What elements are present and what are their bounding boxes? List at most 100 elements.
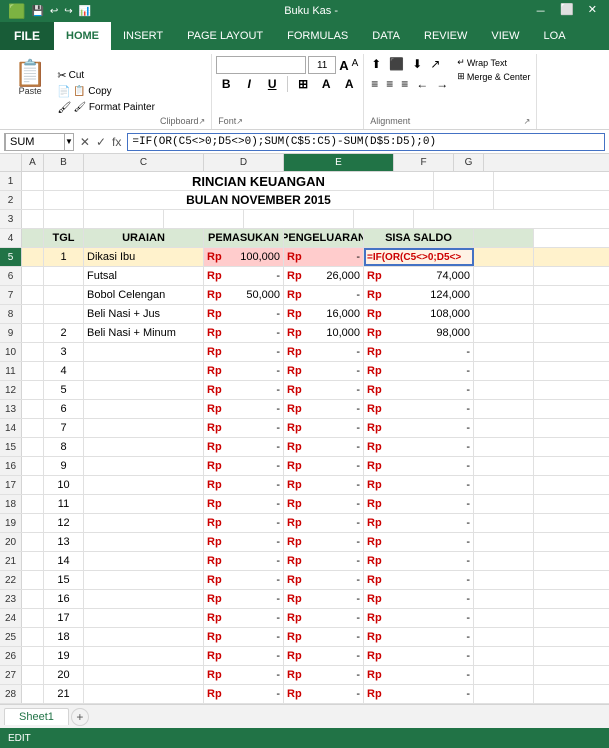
cell-C27[interactable] — [84, 666, 204, 684]
col-header-G[interactable]: G — [454, 154, 484, 171]
tab-pagelayout[interactable]: PAGE LAYOUT — [175, 22, 275, 50]
align-right-button[interactable]: ≡ — [398, 76, 411, 92]
cell-A11[interactable] — [22, 362, 44, 380]
cell-title2[interactable]: BULAN NOVEMBER 2015 — [84, 191, 434, 209]
cell-A22[interactable] — [22, 571, 44, 589]
font-name-input[interactable] — [216, 56, 306, 74]
cell-A23[interactable] — [22, 590, 44, 608]
cell-C13[interactable] — [84, 400, 204, 418]
cell-C28[interactable] — [84, 685, 204, 703]
cell-B1[interactable] — [44, 172, 84, 190]
cell-A12[interactable] — [22, 381, 44, 399]
cell-A24[interactable] — [22, 609, 44, 627]
cell-B2[interactable] — [44, 191, 84, 209]
alignment-expand-icon[interactable]: ↗ — [524, 117, 531, 126]
cell-D11[interactable]: Rp - — [204, 362, 284, 380]
cell-A5[interactable] — [22, 248, 44, 266]
cell-B28[interactable]: 21 — [44, 685, 84, 703]
cell-G25[interactable] — [474, 628, 534, 646]
cell-F1[interactable] — [434, 172, 494, 190]
cell-G19[interactable] — [474, 514, 534, 532]
cell-A7[interactable] — [22, 286, 44, 304]
cell-G23[interactable] — [474, 590, 534, 608]
cell-C12[interactable] — [84, 381, 204, 399]
cell-E25[interactable]: Rp - — [284, 628, 364, 646]
cell-C10[interactable] — [84, 343, 204, 361]
cell-F17[interactable]: Rp - — [364, 476, 474, 494]
cell-B9[interactable]: 2 — [44, 324, 84, 342]
cell-F16[interactable]: Rp - — [364, 457, 474, 475]
cell-B12[interactable]: 5 — [44, 381, 84, 399]
cell-F26[interactable]: Rp - — [364, 647, 474, 665]
cell-A8[interactable] — [22, 305, 44, 323]
clipboard-expand-icon[interactable]: ↗ — [198, 117, 205, 126]
cell-E28[interactable]: Rp - — [284, 685, 364, 703]
cell-B22[interactable]: 15 — [44, 571, 84, 589]
cell-F25[interactable]: Rp - — [364, 628, 474, 646]
cell-D19[interactable]: Rp - — [204, 514, 284, 532]
cell-F18[interactable]: Rp - — [364, 495, 474, 513]
cell-A1[interactable] — [22, 172, 44, 190]
col-header-B[interactable]: B — [44, 154, 84, 171]
cell-D27[interactable]: Rp - — [204, 666, 284, 684]
cell-D14[interactable]: Rp - — [204, 419, 284, 437]
cell-D17[interactable]: Rp - — [204, 476, 284, 494]
cell-E12[interactable]: Rp - — [284, 381, 364, 399]
cell-A9[interactable] — [22, 324, 44, 342]
cell-A2[interactable] — [22, 191, 44, 209]
cell-F12[interactable]: Rp - — [364, 381, 474, 399]
maximize-button[interactable]: ⬜ — [556, 3, 578, 19]
name-box[interactable]: SUM — [5, 133, 65, 151]
cell-E4[interactable]: PENGELUARAN — [284, 229, 364, 247]
cell-E27[interactable]: Rp - — [284, 666, 364, 684]
cell-E5[interactable]: Rp - — [284, 248, 364, 266]
font-expand-icon[interactable]: ↗ — [236, 117, 243, 126]
cell-B7[interactable] — [44, 286, 84, 304]
cell-G16[interactable] — [474, 457, 534, 475]
cell-E21[interactable]: Rp - — [284, 552, 364, 570]
cell-G5[interactable] — [474, 248, 534, 266]
copy-button[interactable]: 📄 📋 Copy — [54, 84, 158, 99]
cell-A18[interactable] — [22, 495, 44, 513]
cell-F23[interactable]: Rp - — [364, 590, 474, 608]
cell-E10[interactable]: Rp - — [284, 343, 364, 361]
cell-C11[interactable] — [84, 362, 204, 380]
cell-E7[interactable]: Rp - — [284, 286, 364, 304]
cell-A4[interactable] — [22, 229, 44, 247]
cell-A10[interactable] — [22, 343, 44, 361]
cell-E14[interactable]: Rp - — [284, 419, 364, 437]
cell-D8[interactable]: Rp - — [204, 305, 284, 323]
cell-C7[interactable]: Bobol Celengan — [84, 286, 204, 304]
cell-A14[interactable] — [22, 419, 44, 437]
cell-G13[interactable] — [474, 400, 534, 418]
cell-B5[interactable]: 1 — [44, 248, 84, 266]
tab-home[interactable]: HOME — [54, 22, 111, 50]
cell-G14[interactable] — [474, 419, 534, 437]
format-painter-button[interactable]: 🖌 🖌 Format Painter — [54, 100, 158, 115]
cell-A16[interactable] — [22, 457, 44, 475]
cell-D22[interactable]: Rp - — [204, 571, 284, 589]
tab-insert[interactable]: INSERT — [111, 22, 175, 50]
italic-button[interactable]: I — [239, 76, 259, 92]
cell-F27[interactable]: Rp - — [364, 666, 474, 684]
cell-D5[interactable]: Rp 100,000 — [204, 248, 284, 266]
tab-file[interactable]: FILE — [0, 22, 54, 50]
tab-loa[interactable]: LOA — [532, 22, 578, 50]
cell-E22[interactable]: Rp - — [284, 571, 364, 589]
cell-F21[interactable]: Rp - — [364, 552, 474, 570]
cell-C14[interactable] — [84, 419, 204, 437]
cell-C8[interactable]: Beli Nasi + Jus — [84, 305, 204, 323]
cell-F14[interactable]: Rp - — [364, 419, 474, 437]
cell-G17[interactable] — [474, 476, 534, 494]
align-left-button[interactable]: ≡ — [368, 76, 381, 92]
cell-F19[interactable]: Rp - — [364, 514, 474, 532]
cell-A21[interactable] — [22, 552, 44, 570]
cell-A20[interactable] — [22, 533, 44, 551]
fill-color-button[interactable]: A — [316, 76, 336, 92]
font-decrease-button[interactable]: A — [351, 58, 360, 73]
cell-G4[interactable] — [474, 229, 534, 247]
border-button[interactable]: ⊞ — [293, 76, 313, 92]
cell-B25[interactable]: 18 — [44, 628, 84, 646]
cell-D16[interactable]: Rp - — [204, 457, 284, 475]
cell-E15[interactable]: Rp - — [284, 438, 364, 456]
